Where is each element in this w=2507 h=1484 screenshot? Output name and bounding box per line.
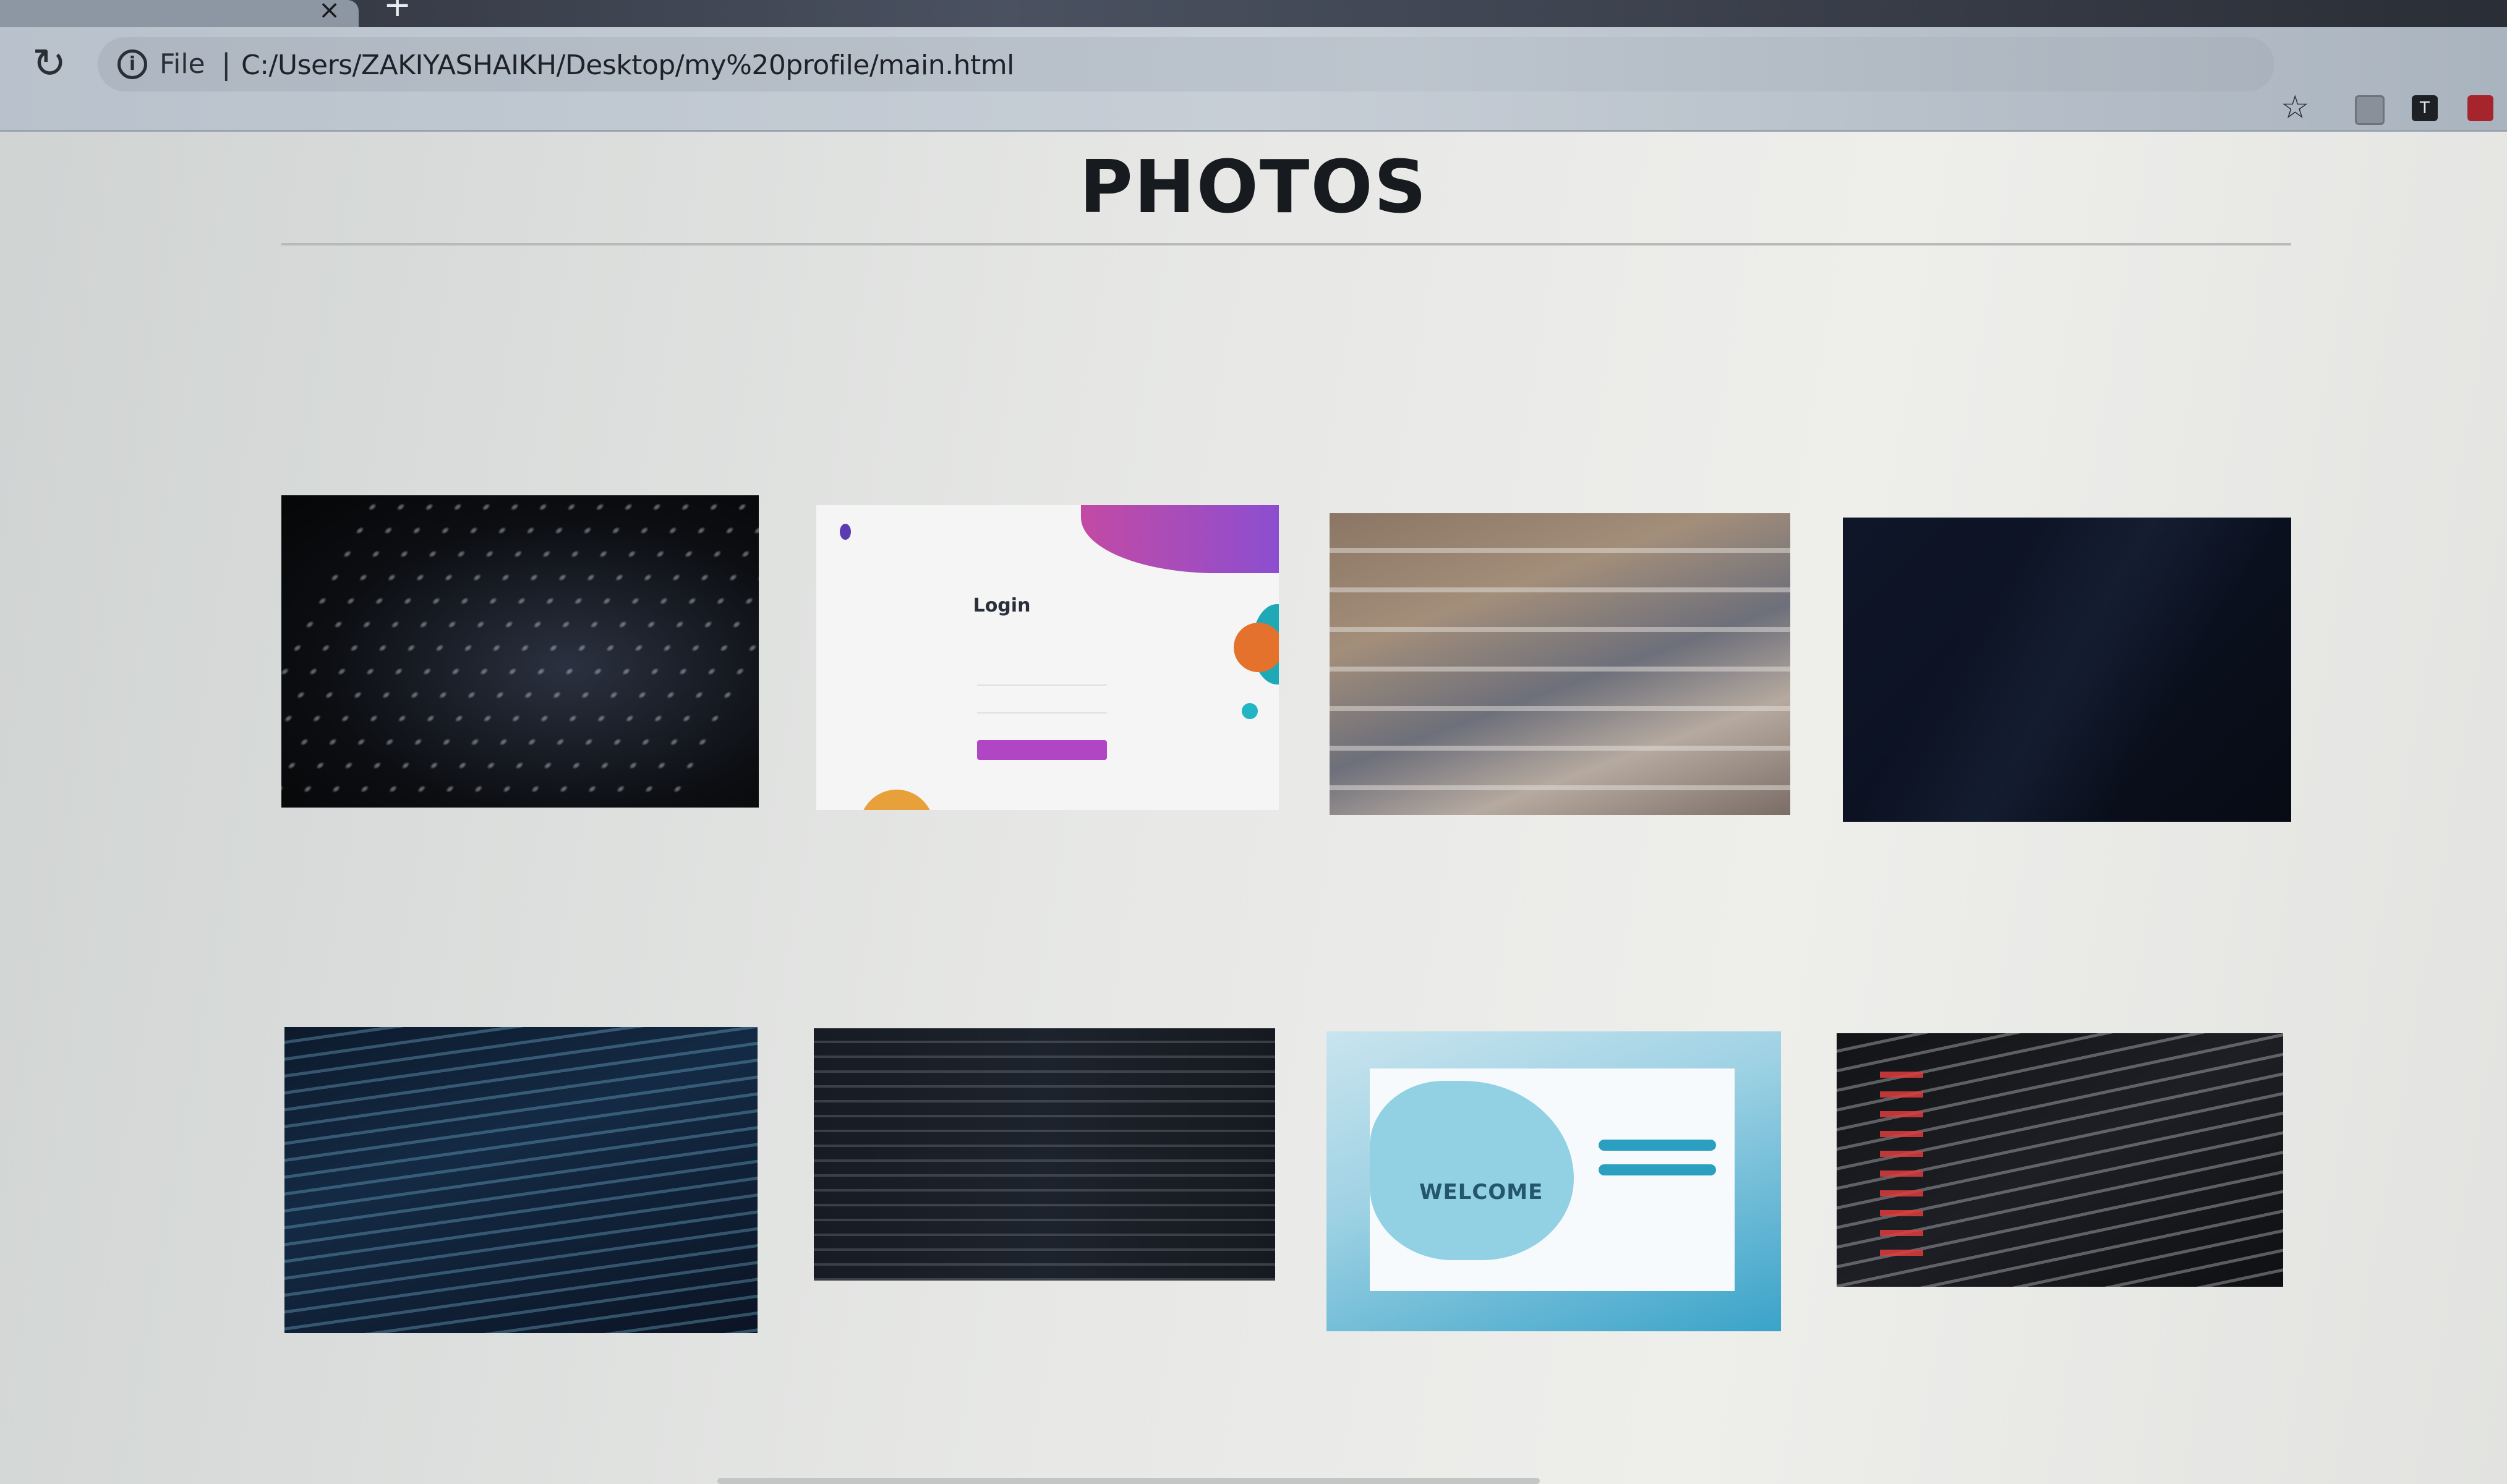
welcome-text: WELCOME [1419,1180,1544,1205]
screen-sheen [1843,518,2291,822]
info-icon[interactable]: i [117,49,147,79]
decorative-circle [1234,623,1279,672]
photo-dark-laptop[interactable] [1843,518,2291,822]
decorative-dot [1242,703,1258,719]
browser-toolbar: ↻ i File | C:/Users/ZAKIYASHAIKH/Desktop… [0,27,2507,132]
input-line [977,684,1107,686]
input-graphic [1599,1164,1716,1175]
photo-keyboard[interactable] [281,495,759,808]
browser-tab[interactable]: × [0,0,359,27]
page-content: PHOTOS Login WELCOME [0,132,2507,1484]
divider [281,243,2291,245]
photo-html-code[interactable] [1837,1033,2283,1287]
url-text[interactable]: C:/Users/ZAKIYASHAIKH/Desktop/my%20profi… [241,47,1014,84]
code-markers [1880,1058,1923,1268]
logo-icon [840,524,851,540]
decorative-wave [1081,505,1279,573]
photo-login-page[interactable]: Login [816,505,1279,810]
browser-tab-strip: × + [0,0,2507,27]
screen: × + ↻ i File | C:/Users/ZAKIYASHAIKH/Des… [0,0,2507,1484]
photo-welcome-page[interactable]: WELCOME [1326,1031,1781,1331]
photo-code-laptop[interactable] [284,1027,758,1333]
classroom-texture [1330,513,1790,815]
reload-icon[interactable]: ↻ [32,42,66,85]
address-bar[interactable]: i File | C:/Users/ZAKIYASHAIKH/Desktop/m… [98,37,2274,92]
login-button-graphic [977,740,1107,760]
login-heading: Login [973,595,1031,616]
plus-icon[interactable]: + [383,0,411,22]
photo-code-editor[interactable] [814,1028,1275,1281]
input-graphic [1599,1140,1716,1151]
extension-icon[interactable] [2467,95,2493,121]
close-icon[interactable]: × [318,0,340,23]
photo-students-classroom[interactable] [1330,513,1790,815]
input-line [977,712,1107,714]
page-title: PHOTOS [1079,144,1428,229]
star-icon[interactable]: ☆ [2281,89,2310,126]
url-scheme-label: File [160,48,205,80]
code-texture [284,1027,758,1333]
code-texture [814,1028,1275,1281]
extension-icon[interactable] [2355,95,2385,125]
keyboard-texture [281,495,759,808]
extension-icon[interactable]: T [2412,95,2438,121]
decorative-semicircle [860,790,934,810]
horizontal-scrollbar[interactable] [717,1478,1540,1484]
url-separator: | [221,48,231,81]
